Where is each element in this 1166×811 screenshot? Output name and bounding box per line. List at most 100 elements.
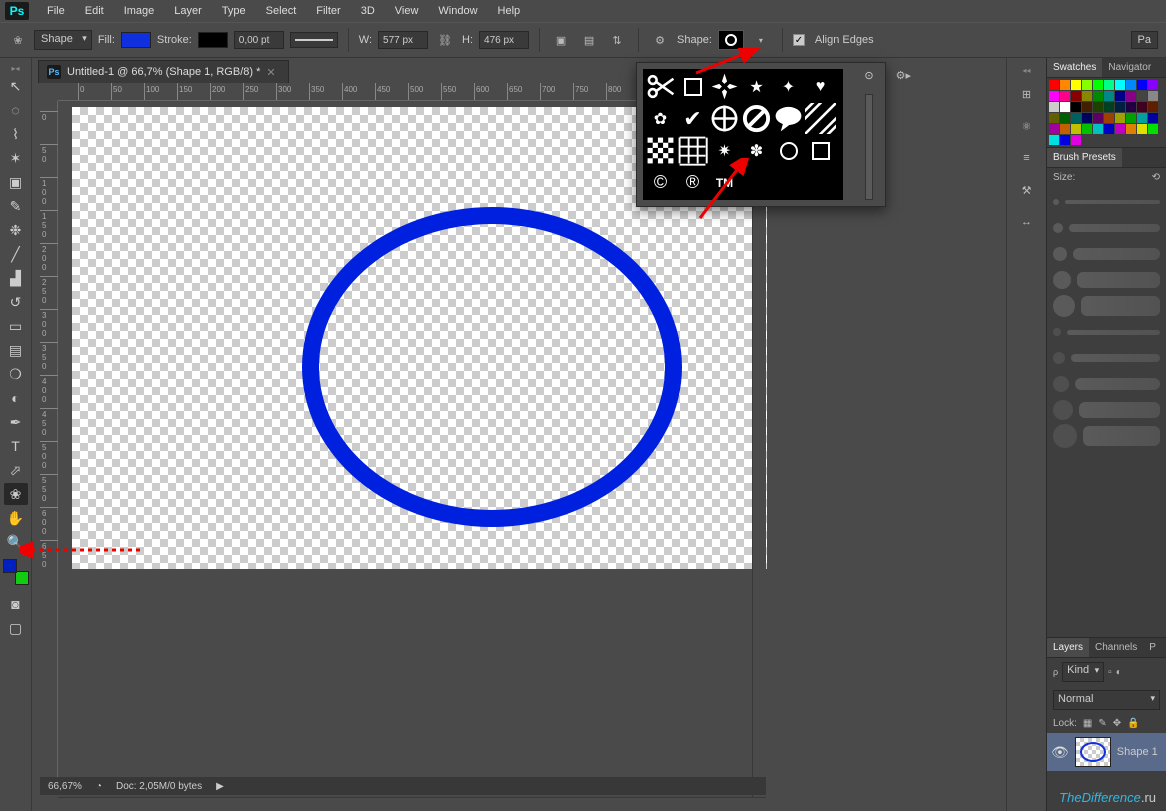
swatch[interactable]	[1137, 113, 1147, 123]
doc-size[interactable]: Doc: 2,05M/0 bytes	[116, 781, 202, 792]
stroke-width-input[interactable]	[234, 31, 284, 49]
stroke-style-select[interactable]	[290, 32, 338, 48]
swatch[interactable]	[1093, 80, 1103, 90]
swatch[interactable]	[1115, 91, 1125, 101]
brush-preset-item[interactable]	[1053, 423, 1160, 449]
shape-thumb[interactable]	[645, 135, 676, 166]
path-select-tool[interactable]: ⬀	[4, 459, 28, 481]
menu-select[interactable]: Select	[256, 2, 307, 20]
swatch[interactable]	[1060, 113, 1070, 123]
shape-thumb[interactable]	[677, 71, 708, 102]
pen-tool[interactable]: ✒	[4, 411, 28, 433]
brush-preset-item[interactable]	[1053, 371, 1160, 397]
swatch[interactable]	[1082, 91, 1092, 101]
scrollbar-horizontal[interactable]	[58, 797, 766, 811]
layer-row[interactable]: 👁 Shape 1	[1047, 733, 1166, 771]
swatch[interactable]	[1049, 91, 1059, 101]
screenmode-tool[interactable]: ▢	[4, 617, 28, 639]
wand-tool[interactable]: ✶	[4, 147, 28, 169]
shape-thumb[interactable]	[805, 103, 836, 134]
close-tab-icon[interactable]: ✕	[266, 66, 275, 79]
rail-icon-1[interactable]: ⊞	[1014, 81, 1040, 107]
shape-thumb[interactable]	[677, 135, 708, 166]
swatch[interactable]	[1060, 102, 1070, 112]
heal-tool[interactable]: ❉	[4, 219, 28, 241]
shape-thumb[interactable]: ✦	[773, 71, 804, 102]
shape-thumb[interactable]: ©	[645, 167, 676, 198]
swatch[interactable]	[1137, 91, 1147, 101]
swatch[interactable]	[1148, 102, 1158, 112]
align-edges-checkbox[interactable]: ✓	[793, 34, 805, 46]
swatch[interactable]	[1071, 124, 1081, 134]
menu-view[interactable]: View	[385, 2, 429, 20]
reset-icon[interactable]: ⟲	[1152, 172, 1160, 183]
swatch[interactable]	[1148, 91, 1158, 101]
swatch[interactable]	[1071, 80, 1081, 90]
stroke-swatch[interactable]	[198, 32, 228, 48]
fg-bg-colors[interactable]	[3, 559, 29, 585]
shape-picker-dropdown[interactable]: ▾	[750, 29, 772, 51]
brush-preset-item[interactable]	[1053, 345, 1160, 371]
custom-shape-tool[interactable]: ❀	[4, 483, 28, 505]
canvas-shape-circle[interactable]	[302, 207, 682, 527]
swatch[interactable]	[1060, 91, 1070, 101]
swatches-grid[interactable]	[1047, 78, 1166, 147]
shape-thumb[interactable]: ®	[677, 167, 708, 198]
eraser-tool[interactable]: ▭	[4, 315, 28, 337]
swatch[interactable]	[1071, 135, 1081, 145]
menu-layer[interactable]: Layer	[164, 2, 212, 20]
visibility-icon[interactable]: 👁	[1051, 744, 1069, 761]
brush-preset-item[interactable]	[1053, 215, 1160, 241]
filter-adj-icon[interactable]: ◐	[1116, 667, 1122, 678]
brush-preset-item[interactable]	[1053, 293, 1160, 319]
tab-paths[interactable]: P	[1143, 638, 1162, 657]
swatch[interactable]	[1115, 113, 1125, 123]
swatch[interactable]	[1071, 102, 1081, 112]
tab-swatches[interactable]: Swatches	[1047, 58, 1102, 77]
filter-img-icon[interactable]: ▫	[1108, 667, 1112, 678]
menu-image[interactable]: Image	[114, 2, 165, 20]
swatch[interactable]	[1082, 124, 1092, 134]
swatch[interactable]	[1093, 102, 1103, 112]
swatch[interactable]	[1115, 102, 1125, 112]
shape-thumb[interactable]: ✷	[709, 135, 740, 166]
swatch[interactable]	[1060, 124, 1070, 134]
tool-preset-icon[interactable]: ❀	[8, 30, 28, 50]
brush-list[interactable]	[1047, 187, 1166, 451]
swatch[interactable]	[1049, 102, 1059, 112]
shape-thumb[interactable]	[709, 71, 740, 102]
swatch[interactable]	[1093, 124, 1103, 134]
marquee-tool[interactable]: ◌	[4, 99, 28, 121]
swatch[interactable]	[1137, 80, 1147, 90]
swatch[interactable]	[1115, 80, 1125, 90]
lock-pixels-icon[interactable]: ▦	[1083, 718, 1092, 729]
gradient-tool[interactable]: ▤	[4, 339, 28, 361]
type-tool[interactable]: T	[4, 435, 28, 457]
shape-thumb[interactable]: ✿	[645, 103, 676, 134]
ruler-vertical[interactable]: 050100150200250300350400450500550600650	[40, 101, 58, 777]
shape-picker[interactable]	[718, 30, 744, 50]
quickmask-tool[interactable]: ◙	[4, 593, 28, 615]
swatch[interactable]	[1126, 91, 1136, 101]
menu-window[interactable]: Window	[428, 2, 487, 20]
shape-thumb[interactable]: TM	[709, 167, 740, 198]
shape-thumb[interactable]	[773, 135, 804, 166]
rail-icon-3[interactable]: ≡	[1014, 145, 1040, 171]
shape-thumb[interactable]	[741, 103, 772, 134]
lock-move-icon[interactable]: ✥	[1113, 718, 1121, 729]
popup-scrollbar[interactable]	[865, 94, 873, 200]
tab-brush-presets[interactable]: Brush Presets	[1047, 148, 1122, 167]
swatch[interactable]	[1049, 135, 1059, 145]
shape-thumb[interactable]	[709, 103, 740, 134]
brush-preset-item[interactable]	[1053, 319, 1160, 345]
menu-type[interactable]: Type	[212, 2, 256, 20]
rail-icon-2[interactable]: ⚛	[1014, 113, 1040, 139]
tab-layers[interactable]: Layers	[1047, 638, 1089, 657]
swatch[interactable]	[1115, 124, 1125, 134]
menu-file[interactable]: File	[37, 2, 75, 20]
height-input[interactable]	[479, 31, 529, 49]
hand-tool[interactable]: ✋	[4, 507, 28, 529]
swatch[interactable]	[1137, 124, 1147, 134]
swatch[interactable]	[1049, 124, 1059, 134]
link-wh-icon[interactable]: ⛓	[434, 29, 456, 51]
